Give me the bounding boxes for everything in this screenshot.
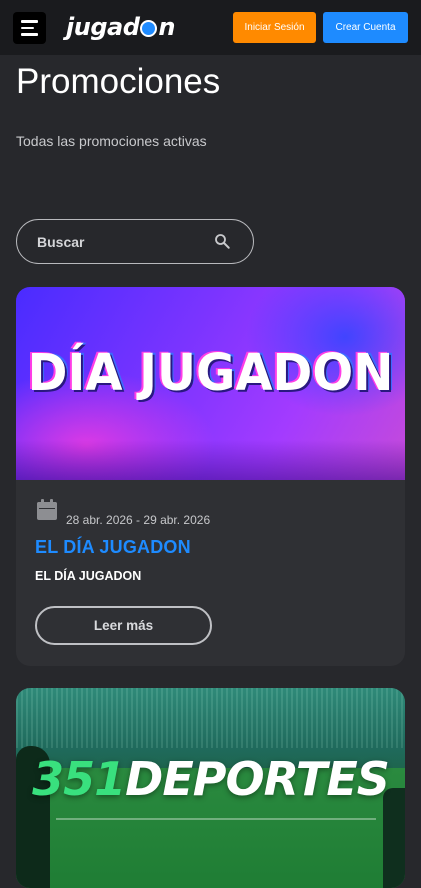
top-header: jugad n Iniciar Sesión Crear Cuenta bbox=[0, 0, 421, 55]
promo-card: 351DEPORTES bbox=[16, 688, 405, 888]
menu-line-icon bbox=[21, 20, 38, 23]
promo-date-range: 28 abr. 2026 - 29 abr. 2026 bbox=[66, 513, 211, 527]
promo-description: EL DÍA JUGADON bbox=[35, 569, 142, 583]
signup-button[interactable]: Crear Cuenta bbox=[323, 12, 408, 43]
promo-banner-title: DÍA JUGADON bbox=[27, 343, 394, 403]
promo-card: DÍA JUGADON 28 abr. 2026 - 29 abr. 2026 … bbox=[16, 287, 405, 666]
page-title: Promociones bbox=[16, 62, 221, 101]
stadium-crowd bbox=[16, 688, 405, 748]
banner-floor bbox=[16, 440, 405, 480]
read-more-button[interactable]: Leer más bbox=[35, 606, 212, 645]
promo-banner-image[interactable]: DÍA JUGADON bbox=[16, 287, 405, 480]
menu-line-icon bbox=[21, 33, 38, 36]
hamburger-menu-button[interactable] bbox=[13, 12, 46, 44]
promo-banner-image[interactable]: 351DEPORTES bbox=[16, 688, 405, 888]
page-subtitle: Todas las promociones activas bbox=[16, 133, 207, 149]
logo-text-start: jugad bbox=[66, 13, 140, 41]
calendar-icon bbox=[37, 499, 57, 520]
jugadon-logo[interactable]: jugad n bbox=[66, 12, 175, 42]
banner-word: DEPORTES bbox=[125, 752, 390, 806]
logo-text-end: n bbox=[158, 13, 175, 41]
banner-number: 351 bbox=[32, 752, 126, 806]
search-box[interactable] bbox=[16, 219, 254, 264]
search-icon[interactable] bbox=[213, 232, 231, 250]
promo-title[interactable]: EL DÍA JUGADON bbox=[35, 537, 191, 558]
soccer-ball-icon bbox=[140, 19, 158, 37]
login-button[interactable]: Iniciar Sesión bbox=[233, 12, 316, 43]
pitch-line bbox=[56, 818, 376, 820]
menu-line-icon bbox=[21, 26, 34, 30]
search-input[interactable] bbox=[37, 233, 207, 250]
promo-banner-title: 351DEPORTES bbox=[16, 752, 405, 806]
